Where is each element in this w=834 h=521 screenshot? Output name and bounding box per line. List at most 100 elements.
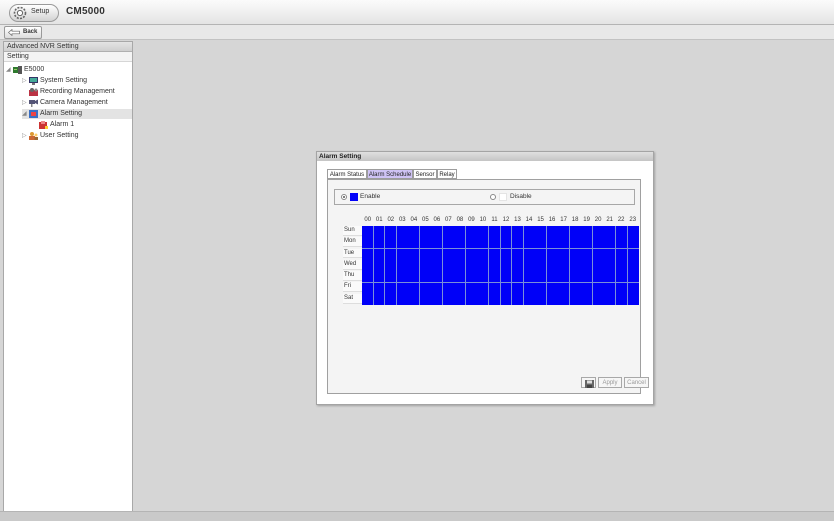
schedule-cell[interactable] bbox=[385, 282, 397, 294]
schedule-cell[interactable] bbox=[489, 260, 500, 271]
disable-radio[interactable] bbox=[490, 194, 496, 200]
schedule-cell[interactable] bbox=[362, 282, 373, 294]
collapsed-arrow-icon[interactable]: ▷ bbox=[22, 98, 28, 108]
schedule-cell[interactable] bbox=[477, 282, 489, 294]
schedule-cell[interactable] bbox=[546, 260, 558, 271]
schedule-cell[interactable] bbox=[569, 260, 581, 271]
schedule-cell[interactable] bbox=[546, 237, 558, 249]
setup-button[interactable]: Setup bbox=[9, 4, 59, 22]
schedule-cell[interactable] bbox=[627, 237, 639, 249]
schedule-cell[interactable] bbox=[396, 237, 408, 249]
schedule-cell[interactable] bbox=[454, 282, 466, 294]
schedule-cell[interactable] bbox=[581, 294, 593, 305]
schedule-cell[interactable] bbox=[604, 271, 616, 283]
expanded-arrow-icon[interactable]: ◢ bbox=[22, 109, 28, 119]
schedule-cell[interactable] bbox=[465, 226, 477, 237]
schedule-cell[interactable] bbox=[454, 248, 466, 260]
schedule-cell[interactable] bbox=[523, 237, 535, 249]
schedule-cell[interactable] bbox=[362, 248, 373, 260]
schedule-cell[interactable] bbox=[523, 260, 535, 271]
schedule-cell[interactable] bbox=[419, 248, 431, 260]
schedule-cell[interactable] bbox=[385, 226, 397, 237]
schedule-cell[interactable] bbox=[569, 271, 581, 283]
schedule-cell[interactable] bbox=[592, 271, 604, 283]
schedule-cell[interactable] bbox=[465, 260, 477, 271]
schedule-cell[interactable] bbox=[419, 260, 431, 271]
schedule-cell[interactable] bbox=[408, 226, 420, 237]
schedule-cell[interactable] bbox=[592, 282, 604, 294]
schedule-cell[interactable] bbox=[512, 260, 524, 271]
schedule-cell[interactable] bbox=[465, 294, 477, 305]
schedule-cell[interactable] bbox=[500, 237, 512, 249]
schedule-cell[interactable] bbox=[500, 282, 512, 294]
schedule-cell[interactable] bbox=[627, 271, 639, 283]
schedule-cell[interactable] bbox=[604, 248, 616, 260]
schedule-grid[interactable] bbox=[362, 226, 639, 305]
schedule-cell[interactable] bbox=[454, 260, 466, 271]
expanded-arrow-icon[interactable]: ◢ bbox=[6, 65, 12, 75]
schedule-cell[interactable] bbox=[581, 282, 593, 294]
schedule-cell[interactable] bbox=[489, 237, 500, 249]
schedule-cell[interactable] bbox=[546, 271, 558, 283]
schedule-cell[interactable] bbox=[408, 248, 420, 260]
schedule-cell[interactable] bbox=[454, 294, 466, 305]
tab-alarm-schedule[interactable]: Alarm Schedule bbox=[367, 169, 413, 179]
schedule-cell[interactable] bbox=[558, 237, 570, 249]
schedule-cell[interactable] bbox=[627, 226, 639, 237]
schedule-cell[interactable] bbox=[535, 271, 547, 283]
schedule-cell[interactable] bbox=[431, 294, 443, 305]
schedule-cell[interactable] bbox=[604, 237, 616, 249]
schedule-cell[interactable] bbox=[616, 260, 627, 271]
collapsed-arrow-icon[interactable]: ▷ bbox=[22, 76, 28, 86]
schedule-cell[interactable] bbox=[396, 248, 408, 260]
schedule-cell[interactable] bbox=[592, 294, 604, 305]
schedule-cell[interactable] bbox=[477, 237, 489, 249]
schedule-cell[interactable] bbox=[500, 248, 512, 260]
schedule-cell[interactable] bbox=[408, 237, 420, 249]
schedule-cell[interactable] bbox=[558, 282, 570, 294]
schedule-cell[interactable] bbox=[604, 294, 616, 305]
schedule-cell[interactable] bbox=[535, 282, 547, 294]
schedule-cell[interactable] bbox=[385, 294, 397, 305]
schedule-cell[interactable] bbox=[558, 260, 570, 271]
schedule-cell[interactable] bbox=[419, 226, 431, 237]
back-button[interactable]: Back bbox=[4, 26, 42, 39]
schedule-cell[interactable] bbox=[592, 237, 604, 249]
schedule-cell[interactable] bbox=[362, 226, 373, 237]
schedule-cell[interactable] bbox=[396, 282, 408, 294]
schedule-cell[interactable] bbox=[373, 282, 385, 294]
schedule-cell[interactable] bbox=[373, 271, 385, 283]
collapsed-arrow-icon[interactable]: ▷ bbox=[22, 131, 28, 141]
schedule-cell[interactable] bbox=[385, 271, 397, 283]
schedule-cell[interactable] bbox=[396, 271, 408, 283]
schedule-cell[interactable] bbox=[512, 248, 524, 260]
tree-item-alarm-setting[interactable]: ◢ Alarm Setting bbox=[22, 109, 132, 119]
schedule-cell[interactable] bbox=[442, 248, 454, 260]
schedule-cell[interactable] bbox=[523, 248, 535, 260]
schedule-cell[interactable] bbox=[489, 271, 500, 283]
schedule-cell[interactable] bbox=[604, 260, 616, 271]
schedule-cell[interactable] bbox=[431, 260, 443, 271]
schedule-cell[interactable] bbox=[616, 237, 627, 249]
schedule-cell[interactable] bbox=[408, 271, 420, 283]
schedule-cell[interactable] bbox=[385, 237, 397, 249]
schedule-cell[interactable] bbox=[581, 237, 593, 249]
schedule-cell[interactable] bbox=[477, 248, 489, 260]
schedule-cell[interactable] bbox=[396, 226, 408, 237]
schedule-cell[interactable] bbox=[442, 282, 454, 294]
schedule-cell[interactable] bbox=[500, 271, 512, 283]
schedule-cell[interactable] bbox=[431, 226, 443, 237]
tab-sensor[interactable]: Sensor bbox=[413, 169, 437, 179]
apply-button[interactable]: Apply bbox=[598, 377, 622, 388]
schedule-cell[interactable] bbox=[581, 248, 593, 260]
schedule-cell[interactable] bbox=[442, 226, 454, 237]
schedule-cell[interactable] bbox=[546, 226, 558, 237]
schedule-cell[interactable] bbox=[442, 237, 454, 249]
schedule-cell[interactable] bbox=[431, 248, 443, 260]
schedule-cell[interactable] bbox=[592, 226, 604, 237]
schedule-cell[interactable] bbox=[373, 260, 385, 271]
tab-relay[interactable]: Relay bbox=[437, 169, 457, 179]
schedule-cell[interactable] bbox=[465, 282, 477, 294]
schedule-cell[interactable] bbox=[500, 260, 512, 271]
schedule-cell[interactable] bbox=[523, 271, 535, 283]
